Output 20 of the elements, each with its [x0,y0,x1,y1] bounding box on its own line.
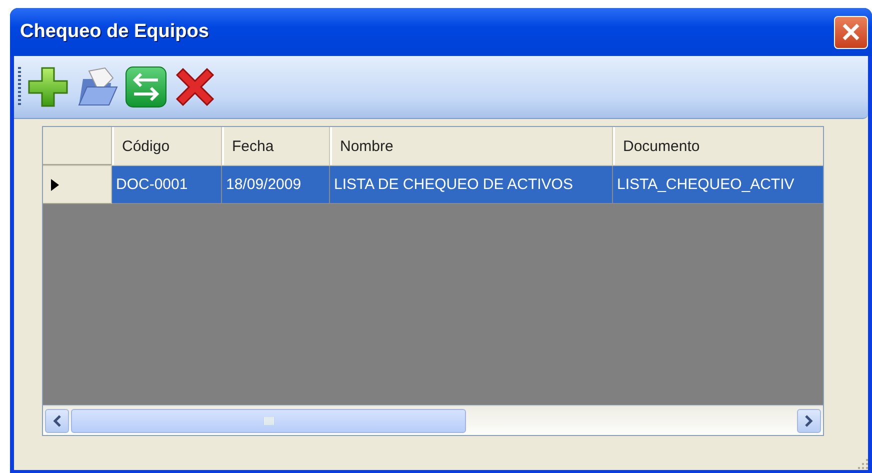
current-row-icon [51,178,59,190]
table-cell: LISTA_CHEQUEO_ACTIV [613,166,823,204]
toolbar-grip[interactable] [18,67,21,107]
grip-icon [264,416,274,424]
swap-button[interactable] [123,64,168,110]
close-icon [842,23,860,41]
window-title: Chequeo de Equipos [20,21,209,43]
chevron-right-icon [805,414,813,426]
close-button[interactable] [834,16,868,48]
resize-grip-icon[interactable] [856,457,868,469]
swap-arrows-icon [124,65,168,109]
scroll-right-button[interactable] [797,408,821,432]
chevron-left-icon [53,414,61,426]
scroll-thumb[interactable] [71,408,466,432]
table-cell: 18/09/2009 [222,166,330,204]
plus-icon [26,65,70,109]
table-cell: LISTA DE CHEQUEO DE ACTIVOS [330,166,613,204]
scroll-left-button[interactable] [45,408,69,432]
table-cell: DOC-0001 [112,166,222,204]
horizontal-scrollbar[interactable] [43,405,823,435]
